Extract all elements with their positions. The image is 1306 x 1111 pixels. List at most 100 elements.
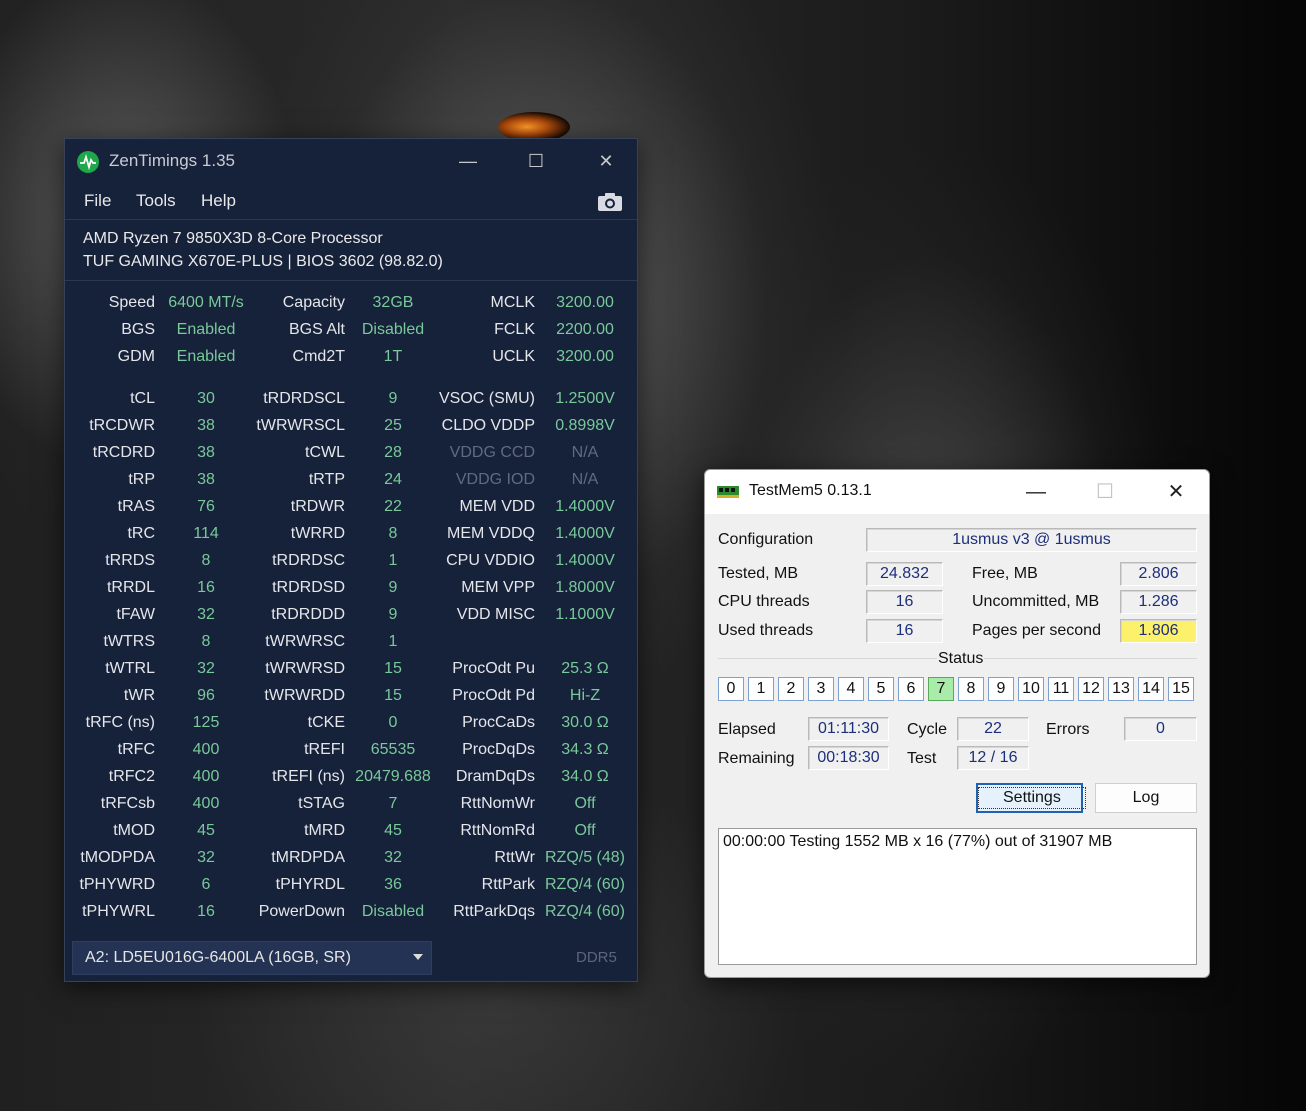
bottom-bar: A2: LD5EU016G-6400LA (16GB, SR) DDR5 (65, 933, 637, 981)
pages-per-second-value: 1.806 (1120, 619, 1197, 643)
timing-value: 24 (384, 471, 402, 488)
timing-label: tPHYWRL (82, 903, 155, 920)
timing-value: 1.4000V (555, 525, 615, 542)
thread-status-box: 2 (778, 677, 804, 701)
timing-label: MEM VDDQ (447, 525, 535, 542)
testmem5-titlebar[interactable]: TestMem5 0.13.1 — ☐ ✕ (705, 470, 1209, 514)
uncommitted-value: 1.286 (1120, 590, 1197, 614)
timing-value: 3200.00 (556, 294, 614, 311)
timing-value: 32 (197, 606, 215, 623)
timing-value: 15 (384, 660, 402, 677)
thread-status-box: 3 (808, 677, 834, 701)
timing-value: 30 (197, 390, 215, 407)
log-output[interactable]: 00:00:00 Testing 1552 MB x 16 (77%) out … (718, 828, 1197, 965)
timing-value: 125 (192, 714, 220, 731)
timing-value: 32 (197, 660, 215, 677)
timing-value: 1.8000V (555, 579, 615, 596)
timing-value: 1 (388, 552, 398, 569)
thread-status-box: 12 (1078, 677, 1104, 701)
timing-value: 400 (192, 741, 220, 758)
remaining-value: 00:18:30 (808, 746, 889, 770)
timing-value: 1T (383, 348, 403, 365)
window-title: TestMem5 0.13.1 (749, 482, 872, 499)
close-button[interactable]: ✕ (583, 145, 629, 177)
menubar: File Tools Help (65, 183, 637, 220)
zentimings-logo-icon (77, 151, 99, 173)
timing-label: VSOC (SMU) (439, 390, 535, 407)
maximize-button[interactable]: ☐ (513, 145, 559, 177)
timing-value: 114 (193, 525, 219, 542)
timing-value: 34.0 Ω (561, 768, 609, 785)
remaining-label: Remaining (718, 750, 795, 767)
timing-value: 96 (197, 687, 215, 704)
timing-label: VDDG CCD (449, 444, 535, 461)
menu-file[interactable]: File (84, 191, 111, 211)
timing-label: ProcOdt Pu (452, 660, 535, 677)
timing-value: 25 (384, 417, 402, 434)
elapsed-value: 01:11:30 (808, 717, 889, 741)
free-value: 2.806 (1120, 562, 1197, 586)
timing-label: RttNomRd (460, 822, 535, 839)
menu-help[interactable]: Help (201, 191, 236, 211)
thread-status-box: 14 (1138, 677, 1164, 701)
timing-value: N/A (571, 471, 599, 488)
timing-value: Hi-Z (569, 687, 601, 704)
timing-value: 38 (197, 444, 215, 461)
timing-value: RZQ/5 (48) (544, 849, 625, 866)
timing-value: 20479.688 (355, 768, 431, 785)
config-value: 1usmus v3 @ 1usmus (866, 528, 1197, 552)
thread-status-box: 10 (1018, 677, 1044, 701)
uncommitted-label: Uncommitted, MB (972, 593, 1100, 610)
menu-tools[interactable]: Tools (136, 191, 176, 211)
timing-value: Off (574, 795, 596, 812)
memory-module-icon (717, 485, 739, 498)
system-info: AMD Ryzen 7 9850X3D 8-Core Processor TUF… (65, 220, 637, 281)
timing-value: 34.3 Ω (561, 741, 609, 758)
memory-type: DDR5 (576, 949, 617, 966)
screenshot-camera-icon[interactable] (597, 191, 623, 213)
minimize-button[interactable]: — (1013, 478, 1059, 506)
timing-label: CLDO VDDP (441, 417, 535, 434)
minimize-button[interactable]: — (445, 145, 491, 177)
timing-value: RZQ/4 (60) (544, 903, 625, 920)
timing-value: 32 (384, 849, 402, 866)
timing-value: 22 (384, 498, 402, 515)
thread-status-box: 1 (748, 677, 774, 701)
config-label: Configuration (718, 531, 814, 548)
timing-value: Off (574, 822, 596, 839)
timing-value: 25.3 Ω (561, 660, 609, 677)
timing-label: tWRWRSCL (256, 417, 345, 434)
timing-value: Enabled (176, 321, 236, 338)
thread-status-box: 0 (718, 677, 744, 701)
timing-value: Enabled (176, 348, 236, 365)
thread-status-box: 13 (1108, 677, 1134, 701)
timing-label: MEM VDD (459, 498, 535, 515)
timing-value: 30.0 Ω (561, 714, 609, 731)
timing-value: 6400 MT/s (168, 294, 244, 311)
timing-label: DramDqDs (455, 768, 535, 785)
thread-status-box: 8 (958, 677, 984, 701)
timing-value: 36 (384, 876, 402, 893)
zentimings-titlebar[interactable]: ZenTimings 1.35 — ☐ ✕ (65, 139, 637, 183)
errors-value: 0 (1124, 717, 1197, 741)
timing-label: RttNomWr (460, 795, 535, 812)
test-value: 12 / 16 (957, 746, 1029, 770)
timing-value: 7 (388, 795, 398, 812)
dimm-selected-value: A2: LD5EU016G-6400LA (16GB, SR) (85, 949, 351, 966)
log-button[interactable]: Log (1095, 783, 1197, 813)
timing-value: 76 (197, 498, 215, 515)
timing-label: MEM VPP (461, 579, 535, 596)
cpu-threads-value: 16 (866, 590, 943, 614)
settings-button[interactable]: Settings (976, 783, 1086, 813)
timing-value: 2200.00 (556, 321, 614, 338)
timing-value: 32 (197, 849, 215, 866)
errors-label: Errors (1046, 721, 1090, 738)
timing-value: 6 (201, 876, 211, 893)
timing-value: 32GB (372, 294, 414, 311)
timing-value: 38 (197, 471, 215, 488)
timing-value: 1.4000V (555, 552, 615, 569)
timing-value: 1.1000V (555, 606, 615, 623)
dimm-select[interactable]: A2: LD5EU016G-6400LA (16GB, SR) (72, 941, 432, 975)
close-button[interactable]: ✕ (1153, 478, 1199, 506)
timing-label: tRFC (ns) (85, 714, 155, 731)
